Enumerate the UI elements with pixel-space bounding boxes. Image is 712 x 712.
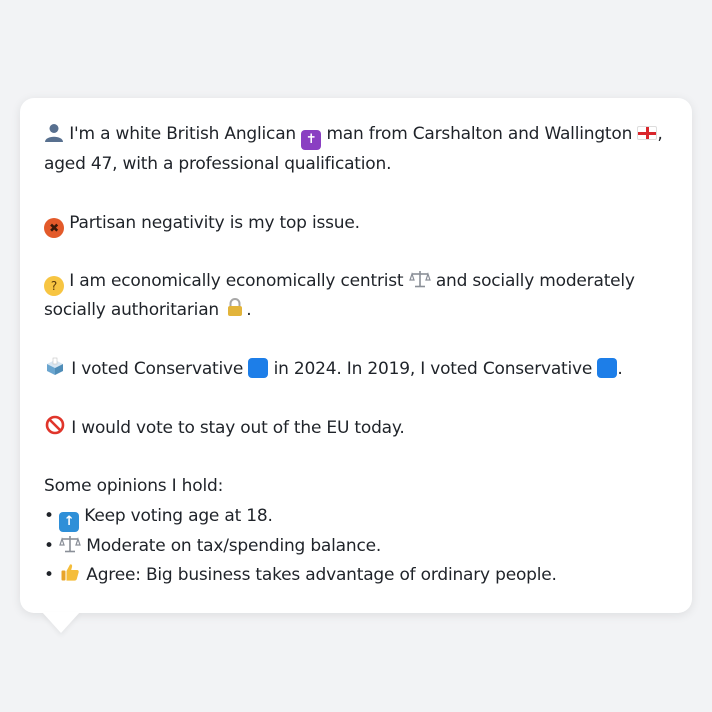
opinion-item: • ↑ Keep voting age at 18. — [44, 502, 668, 532]
intro-paragraph: I'm a white British Anglican ✝ man from … — [44, 120, 668, 179]
ideology-end: . — [246, 300, 252, 321]
eu-paragraph: I would vote to stay out of the EU today… — [44, 414, 668, 443]
speech-bubble-tail — [42, 612, 80, 633]
opinions-heading: Some opinions I hold: — [44, 476, 224, 497]
voting-end: . — [617, 359, 623, 380]
prohibited-icon — [45, 415, 65, 434]
intro-comma: , — [657, 124, 663, 144]
balance-scale-icon — [408, 271, 431, 288]
opinion-item: • Moderate on tax/spending balance. — [44, 532, 668, 561]
persona-message-card: I'm a white British Anglican ✝ man from … — [20, 98, 692, 613]
ballot-box-icon — [47, 357, 63, 376]
england-flag-icon — [637, 126, 658, 140]
opinion-item: • Agree: Big business takes advantage of… — [44, 561, 668, 590]
ideology-paragraph: ? I am economically economically centris… — [44, 267, 668, 326]
balance-scale-icon — [59, 535, 81, 552]
voting-text-b: in 2024. In 2019, I voted Conservative — [273, 359, 593, 380]
bullet: • — [44, 505, 54, 526]
blue-square-icon — [248, 358, 269, 379]
opinion-text: Keep voting age at 18. — [84, 505, 273, 526]
opinion-text: Moderate on tax/spending balance. — [86, 535, 382, 556]
bullet: • — [44, 535, 54, 556]
ideology-text-c: socially authoritarian — [44, 300, 219, 321]
lock-icon — [228, 298, 243, 317]
voting-text-a: I voted Conservative — [71, 359, 244, 380]
voting-history-paragraph: I voted Conservative in 2024. In 2019, I… — [44, 355, 668, 384]
opinion-text: Agree: Big business takes advantage of o… — [86, 564, 557, 585]
thinking-face-icon: ? — [44, 276, 64, 297]
ideology-text-b: and socially moderately — [435, 271, 635, 292]
thumbs-up-icon — [61, 564, 79, 581]
intro-text-end: aged 47, with a professional qualificati… — [44, 154, 392, 174]
person-icon — [45, 124, 63, 142]
up-arrow-icon: ↑ — [59, 511, 80, 532]
blue-square-icon — [597, 358, 618, 379]
eu-text: I would vote to stay out of the EU today… — [71, 417, 405, 438]
angry-face-icon: ✖ — [44, 217, 64, 238]
ideology-text-a: I am economically economically centrist — [69, 271, 404, 292]
latin-cross-icon: ✝ — [301, 130, 322, 150]
bullet: • — [44, 564, 54, 585]
top-issue-paragraph: ✖ Partisan negativity is my top issue. — [44, 209, 668, 238]
top-issue-text: Partisan negativity is my top issue. — [69, 212, 360, 233]
intro-text-middle: man from Carshalton and Wallington — [326, 124, 633, 144]
intro-text-start: I'm a white British Anglican — [69, 124, 296, 144]
